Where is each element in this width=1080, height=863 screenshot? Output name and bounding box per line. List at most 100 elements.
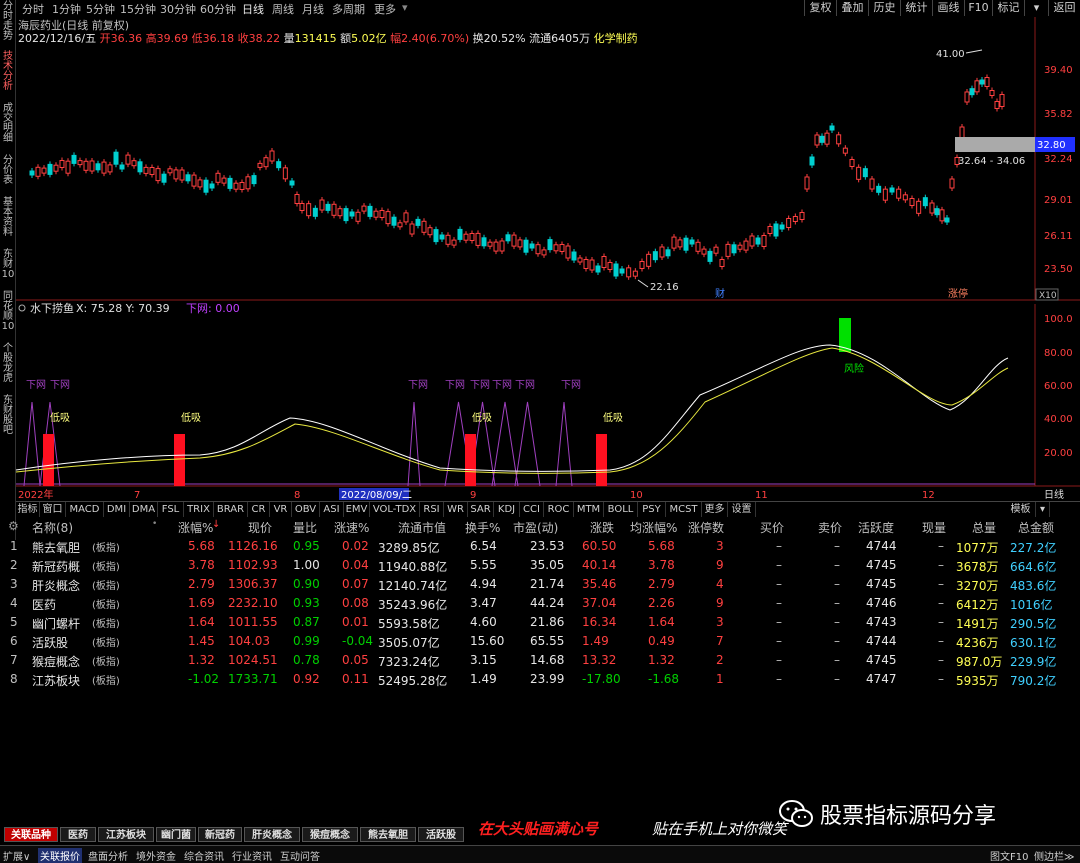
table-row[interactable]: 7 猴痘概念 (板指) 1.32 1024.51 0.78 0.05 7323.24亿 3.15… [0, 651, 1080, 670]
tab-dma[interactable]: DMA [130, 502, 158, 517]
table-row[interactable]: 1 熊去氧胆 (板指) 5.68 1126.16 0.95 0.02 3289.85亿 6.54… [0, 537, 1080, 556]
sort-desc-icon[interactable]: ↓ [212, 519, 220, 530]
tab-fsl[interactable]: FSL [158, 502, 184, 517]
gear-icon[interactable]: ⚙ [8, 519, 19, 533]
template-dropdown-icon[interactable]: ▾ [1036, 502, 1050, 517]
tab-asi[interactable]: ASI [320, 502, 344, 517]
tab-mcst[interactable]: MCST [666, 502, 702, 517]
candle-body [367, 205, 373, 217]
col-bid[interactable]: 买价 [760, 519, 784, 536]
sidebar-toggle-button[interactable]: 侧边栏≫ [1034, 848, 1074, 863]
candle-body [409, 223, 415, 235]
candle-body [719, 259, 725, 267]
table-row[interactable]: 8 江苏板块 (板指) -1.02 1733.71 0.92 0.11 52495.28亿 1.… [0, 670, 1080, 689]
sheet-tab-related[interactable]: 关联品种 [4, 827, 58, 842]
col-pct[interactable]: 涨幅% [178, 519, 213, 536]
candle-body [665, 249, 671, 257]
tab-mtm[interactable]: MTM [574, 502, 604, 517]
qa-button[interactable]: 互动问答 [280, 848, 320, 863]
tab-window[interactable]: 窗口 [40, 502, 66, 517]
table-row[interactable]: 6 活跃股 (板指) 1.45 104.03 0.99 -0.04 3505.07亿 15.60… [0, 632, 1080, 651]
col-limit[interactable]: 涨停数 [688, 519, 724, 536]
col-name[interactable]: 名称(8) [32, 519, 73, 536]
row-limit: 3 [716, 615, 724, 629]
tab-wr[interactable]: WR [444, 502, 468, 517]
tab-boll[interactable]: BOLL [604, 502, 638, 517]
col-total-amt[interactable]: 总金额 [1018, 519, 1054, 536]
foreign-capital-button[interactable]: 境外资金 [136, 848, 176, 863]
x10-label[interactable]: X10 [1039, 291, 1057, 301]
sheet-tab-active[interactable]: 活跃股 [418, 827, 464, 842]
tab-emv[interactable]: EMV [344, 502, 370, 517]
tab-indicator[interactable]: 指标 [16, 502, 40, 517]
row-limit: 9 [716, 558, 724, 572]
col-activity[interactable]: 活跃度 [858, 519, 894, 536]
tab-more[interactable]: 更多 [702, 502, 728, 517]
row-total-vol: 5935万 [956, 674, 999, 688]
indicator-tick: 60.00 [1044, 381, 1073, 392]
col-change[interactable]: 涨跌 [590, 519, 614, 536]
tab-macd[interactable]: MACD [66, 502, 104, 517]
tab-brar[interactable]: BRAR [214, 502, 248, 517]
col-price[interactable]: 现价 [248, 519, 272, 536]
kline-chart[interactable]: 39.40 35.82 32.24 29.01 26.11 23.50 32.8… [0, 0, 1080, 500]
tab-obv[interactable]: OBV [292, 502, 320, 517]
industry-news-button[interactable]: 行业资讯 [232, 848, 272, 863]
col-mcap[interactable]: 流通市值 [398, 519, 446, 536]
tab-roc[interactable]: ROC [544, 502, 574, 517]
tab-dmi[interactable]: DMI [104, 502, 130, 517]
candle-body [215, 172, 221, 183]
sheet-tab-covid-drug[interactable]: 新冠药 [198, 827, 242, 842]
row-avg: 3.78 [648, 558, 675, 572]
col-avg[interactable]: 均涨幅% [630, 519, 677, 536]
tab-vr[interactable]: VR [270, 502, 292, 517]
col-pe[interactable]: 市盈(动) [513, 519, 558, 536]
row-vr: 0.87 [293, 615, 320, 629]
expand-button[interactable]: 扩展∨ [3, 848, 30, 863]
sheet-tab-hepatitis[interactable]: 肝炎概念 [244, 827, 300, 842]
market-analysis-button[interactable]: 盘面分析 [88, 848, 128, 863]
event-mark-limit-up[interactable]: 涨停 [948, 287, 968, 300]
table-row[interactable]: 4 医药 (板指) 1.69 2232.10 0.93 0.08 35243.96亿 3.47 4… [0, 594, 1080, 613]
sheet-tab-udca[interactable]: 熊去氧胆 [360, 827, 416, 842]
candle-body [385, 211, 391, 225]
candle-body [282, 167, 288, 180]
col-cur-vol[interactable]: 现量 [922, 519, 946, 536]
col-total-vol[interactable]: 总量 [972, 519, 996, 536]
col-turnover[interactable]: 换手% [465, 519, 500, 536]
tab-vol-tdx[interactable]: VOL-TDX [370, 502, 420, 517]
table-row[interactable]: 3 肝炎概念 (板指) 2.79 1306.37 0.90 0.07 12140.74亿 4.9… [0, 575, 1080, 594]
sheet-tab-jiangsu[interactable]: 江苏板块 [98, 827, 154, 842]
candle-body [889, 187, 895, 193]
sheet-tab-hp[interactable]: 幽门菌 [156, 827, 196, 842]
wechat-icon [779, 800, 813, 827]
price-tick: 32.24 [1044, 154, 1073, 165]
template-button[interactable]: 模板 [1006, 502, 1036, 517]
sheet-tab-monkeypox[interactable]: 猴痘概念 [302, 827, 358, 842]
col-vr[interactable]: 量比 [293, 519, 317, 536]
tab-cci[interactable]: CCI [520, 502, 544, 517]
net-label: 下网 [26, 379, 46, 391]
indicator-toggle-icon[interactable] [18, 304, 26, 312]
candle-body [869, 178, 875, 190]
table-row[interactable]: 5 幽门螺杆 (板指) 1.64 1011.55 0.87 0.01 5593.58亿 4.60… [0, 613, 1080, 632]
f10-graphic-button[interactable]: 图文F10 [990, 848, 1028, 863]
tab-trix[interactable]: TRIX [184, 502, 214, 517]
event-mark-finance[interactable]: 财 [715, 287, 725, 300]
sheet-tab-medicine[interactable]: 医药 [60, 827, 96, 842]
candle-body [695, 241, 701, 252]
candle-body [83, 160, 89, 171]
tab-cr[interactable]: CR [248, 502, 270, 517]
tab-rsi[interactable]: RSI [420, 502, 444, 517]
tab-kdj[interactable]: KDJ [494, 502, 520, 517]
tab-psy[interactable]: PSY [638, 502, 666, 517]
table-row[interactable]: 2 新冠药概 (板指) 3.78 1102.93 1.00 0.04 11940.88亿 5.5… [0, 556, 1080, 575]
col-ask[interactable]: 卖价 [818, 519, 842, 536]
tab-sar[interactable]: SAR [468, 502, 494, 517]
related-quote-button[interactable]: 关联报价 [38, 848, 82, 863]
candle-body [607, 262, 613, 270]
tab-settings[interactable]: 设置 [728, 502, 756, 517]
col-speed[interactable]: 涨速% [334, 519, 369, 536]
news-button[interactable]: 综合资讯 [184, 848, 224, 863]
candle-body [939, 209, 945, 222]
